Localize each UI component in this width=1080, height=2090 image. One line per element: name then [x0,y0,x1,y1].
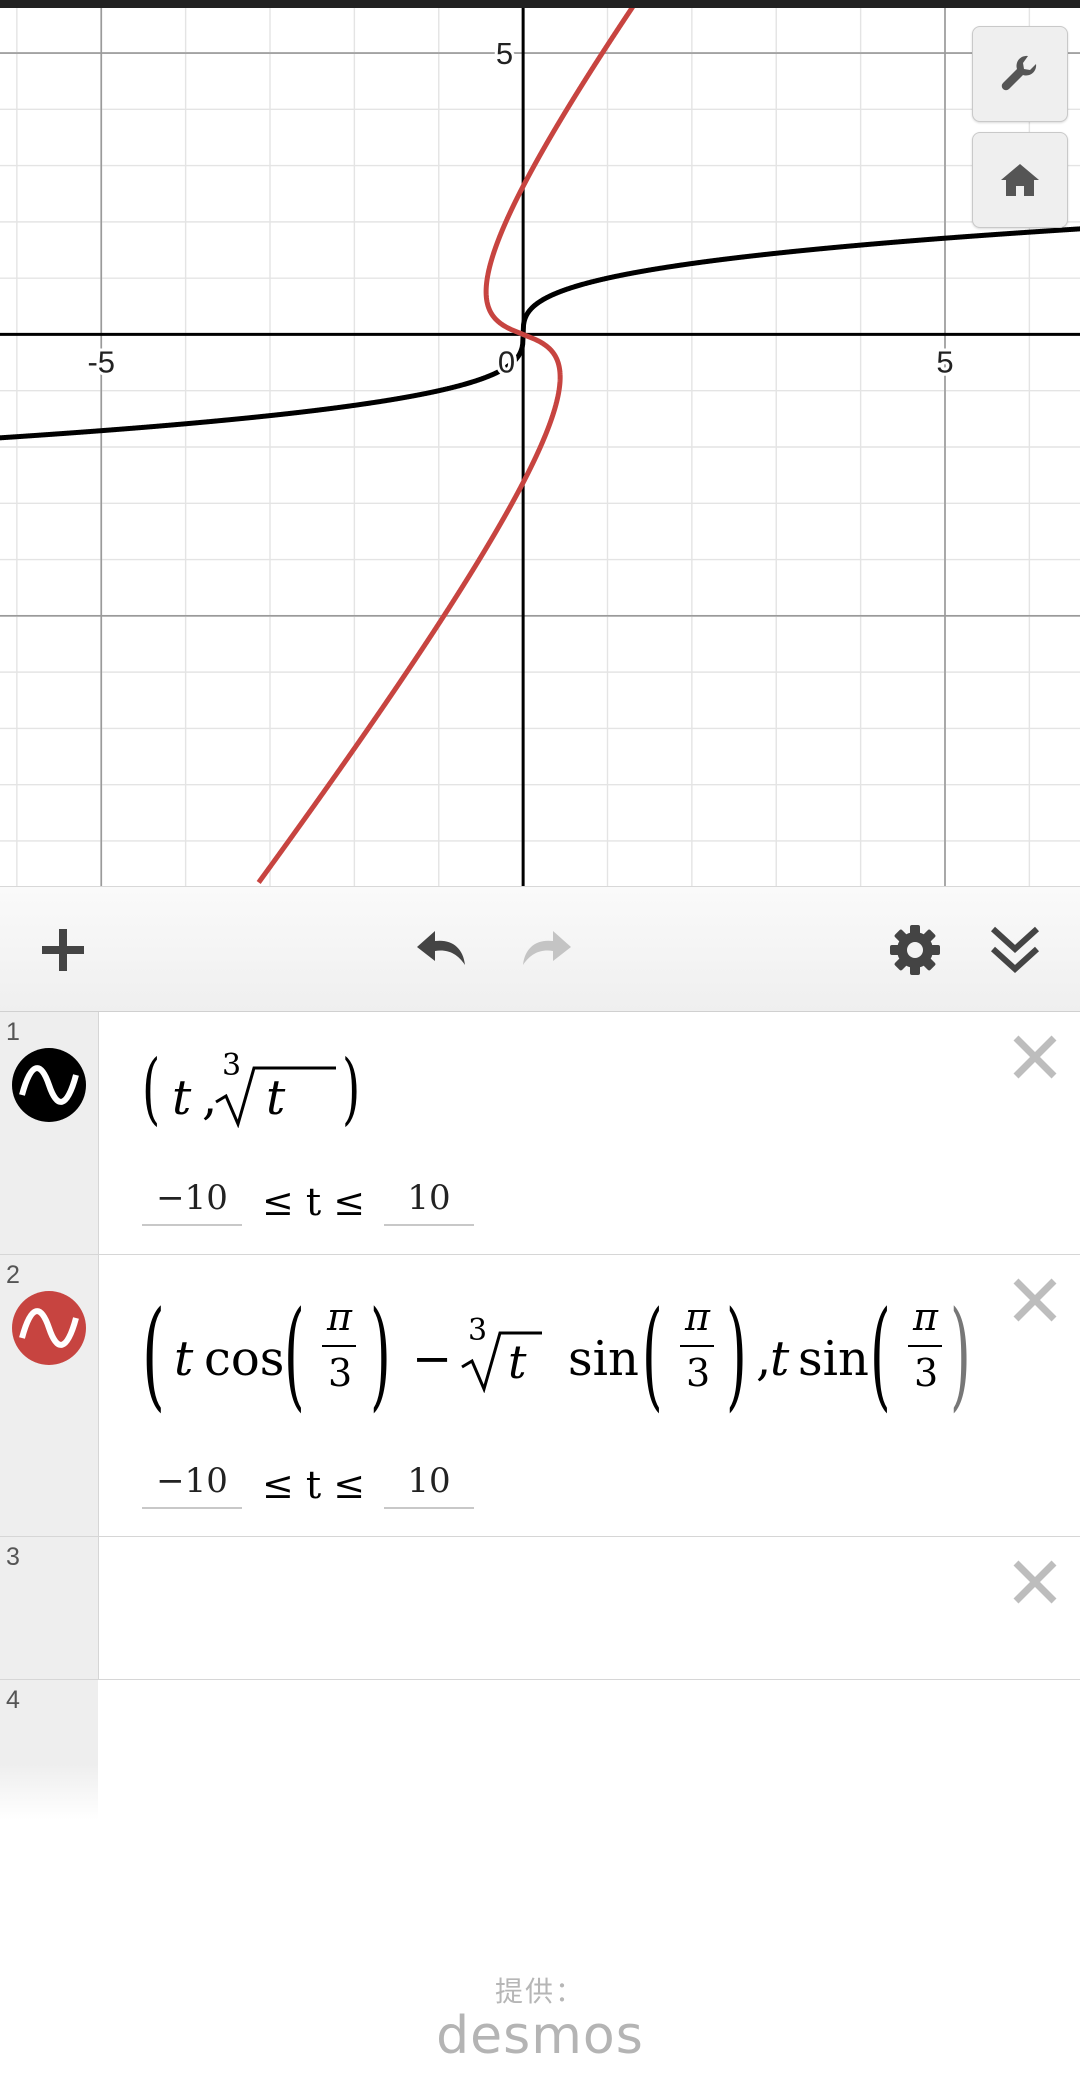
expression-gutter: 2 [0,1255,99,1536]
gear-icon [890,925,940,975]
expression-gutter: 4 [0,1680,98,1820]
range-label: ≤ t ≤ [262,1463,366,1507]
graph-svg: -5 0 5 5 [0,8,1080,886]
x-tick-label: 5 [936,344,953,379]
undo-icon [417,931,465,965]
close-icon [1013,1560,1057,1604]
graph-canvas[interactable]: -5 0 5 5 [0,8,1080,886]
range-min-input[interactable]: −10 [142,1172,242,1226]
expression-gutter: 3 [0,1537,99,1679]
y-tick-label: 5 [496,36,513,71]
range-max-input[interactable]: 10 [384,1172,474,1226]
collapse-list-button[interactable] [982,917,1048,983]
settings-button[interactable] [882,917,948,983]
range-max-input[interactable]: 10 [384,1455,474,1509]
footer: 提供： desmos [0,1970,1080,2066]
curve-toggle-icon[interactable] [12,1048,86,1122]
expression-row[interactable]: 4 [0,1680,1080,1820]
expression-toolbar [0,886,1080,1012]
expression-row[interactable]: 2 ( t cos ( π 3 ) − 3 t sin ( π 3) , t … [0,1255,1080,1537]
range-label: ≤ t ≤ [262,1180,366,1224]
expression-formula[interactable]: ( t cos ( π 3 ) − 3 t sin ( π 3 ) , t si… [142,1285,982,1423]
close-icon [1013,1035,1057,1079]
status-bar [0,0,1080,8]
add-expression-button[interactable] [30,917,96,983]
expression-gutter: 1 [0,1012,99,1254]
graph-settings-button[interactable] [972,26,1068,122]
double-chevron-down-icon [990,926,1040,974]
close-icon [1013,1278,1057,1322]
undo-button[interactable] [410,917,476,983]
plus-icon [42,929,84,971]
home-icon [1001,164,1039,196]
delete-expression-button[interactable] [1008,1555,1062,1609]
powered-by-label: 提供： [494,1976,585,2007]
x-tick-label: 0 [498,344,515,379]
range-min-input[interactable]: −10 [142,1455,242,1509]
expression-index: 3 [6,1543,20,1571]
home-button[interactable] [972,132,1068,228]
x-tick-label: -5 [87,344,115,379]
expression-list: 1 ( t , 3 t ) −10 ≤ t ≤ 10 2 (t cos (π… [0,1012,1080,1820]
expression-index: 1 [6,1018,20,1046]
expression-row[interactable]: 1 ( t , 3 t ) −10 ≤ t ≤ 10 [0,1012,1080,1255]
desmos-logo[interactable]: desmos [0,2006,1080,2066]
expression-row[interactable]: 3 [0,1537,1080,1680]
expression-index: 2 [6,1261,20,1289]
expression-index: 4 [6,1686,20,1714]
delete-expression-button[interactable] [1008,1030,1062,1084]
redo-button[interactable] [512,917,578,983]
delete-expression-button[interactable] [1008,1273,1062,1327]
curve-toggle-icon[interactable] [12,1291,86,1365]
redo-icon [523,931,571,965]
wrench-icon [1001,55,1037,91]
